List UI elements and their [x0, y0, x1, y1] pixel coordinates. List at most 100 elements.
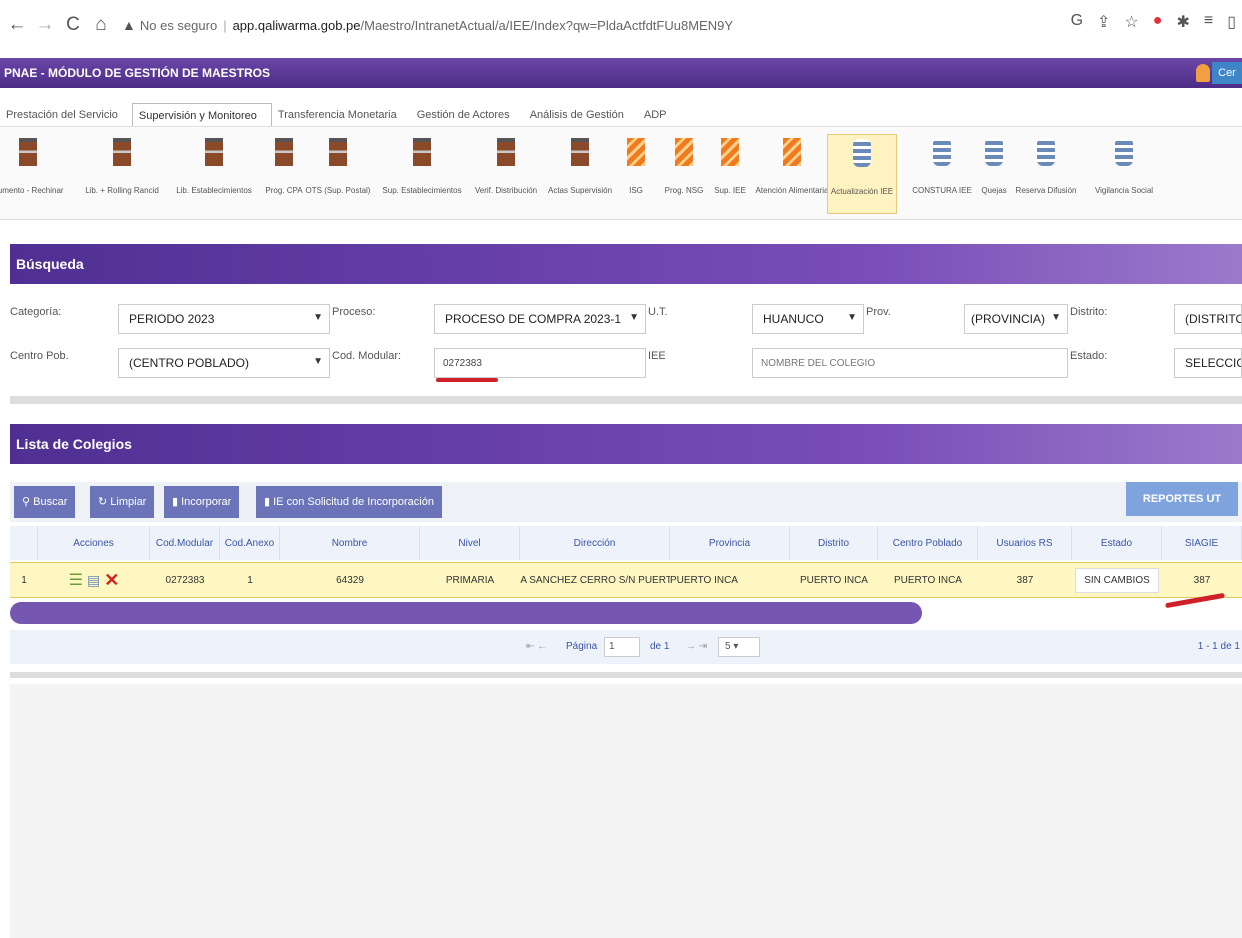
last-page-icon[interactable]: → ⇥	[686, 641, 707, 652]
tab-adp[interactable]: ADP	[638, 103, 681, 126]
ribbon-label: CONSTURA IEE	[912, 186, 972, 195]
database-icon	[985, 138, 1003, 166]
centro-select[interactable]: (CENTRO POBLADO) ▼	[118, 348, 330, 378]
incorporar-button[interactable]: ▮ Incorporar	[164, 486, 240, 518]
print-icon[interactable]: ▤	[87, 572, 100, 589]
table-cell: 64329	[336, 574, 364, 586]
table-row[interactable]: 1 ☰▤✕ 0272383 1 64329 PRIMARIA AVENIDA SANCHEZ…	[10, 562, 1242, 598]
table-cell: 1	[21, 574, 27, 586]
extension-icon[interactable]: ●	[1153, 12, 1163, 32]
ribbon-button[interactable]: Quejas	[974, 134, 1014, 214]
ribbon-label: Actas Supervisión	[547, 186, 613, 195]
document-icon: ▮	[264, 496, 271, 508]
proceso-select[interactable]: PROCESO DE COMPRA 2023-1 ▼	[434, 304, 646, 334]
building-icon	[113, 138, 131, 166]
building-icon	[329, 138, 347, 166]
list-icon[interactable]: ☰	[69, 570, 83, 590]
sidebar-icon[interactable]: ▯	[1227, 12, 1236, 32]
reportes-button[interactable]: REPORTES UT	[1126, 482, 1238, 516]
ribbon-button[interactable]: Lib. Establecimientos	[173, 134, 255, 214]
column-header[interactable]: Cod.Anexo	[220, 526, 280, 560]
column-header[interactable]: Usuarios RS	[978, 526, 1072, 560]
ribbon-label: Lib. Establecimientos	[176, 186, 252, 195]
pager: ⇤ ← Página 1 de 1 → ⇥ 5 ▾ 1 - 1 de 1	[10, 630, 1242, 664]
ribbon-button[interactable]: Aumento - Rechinar	[0, 134, 64, 214]
ribbon-label: ISG	[629, 186, 643, 195]
user-icon	[1196, 64, 1210, 82]
estado-value: SELECCIONE	[1185, 356, 1241, 370]
divider: |	[223, 17, 227, 33]
user-button[interactable]: Cer	[1212, 62, 1242, 84]
database-icon	[933, 138, 951, 166]
back-icon[interactable]: ←	[6, 14, 28, 36]
ribbon-button[interactable]: CONSTURA IEE	[912, 134, 972, 214]
ribbon-button[interactable]: ISG	[622, 134, 650, 214]
column-header[interactable]: SIAGIE	[1162, 526, 1242, 560]
ribbon-button[interactable]: Atención Alimentaria	[756, 134, 828, 214]
column-header[interactable]: Centro Poblado	[878, 526, 978, 560]
home-icon[interactable]: ⌂	[90, 14, 112, 36]
address-bar[interactable]: ▲ No es seguro | app.qaliwarma.gob.pe /M…	[122, 10, 733, 40]
estado-select[interactable]: SELECCIONE	[1174, 348, 1242, 378]
tab-supervision[interactable]: Supervisión y Monitoreo	[131, 103, 272, 126]
stack-icon	[721, 138, 739, 166]
star-icon[interactable]: ☆	[1124, 12, 1138, 32]
solicitud-label: IE con Solicitud de Incorporación	[273, 496, 434, 508]
column-header[interactable]: Provincia	[670, 526, 790, 560]
tab-gestion-actores[interactable]: Gestión de Actores	[411, 103, 524, 126]
page-input[interactable]: 1	[604, 637, 640, 657]
ribbon-label: Prog. NSG	[664, 186, 704, 195]
refresh-icon: ↻	[98, 496, 108, 508]
table-cell: 387	[1016, 574, 1034, 586]
ribbon-button[interactable]: Lib. + Rolling Rancid	[85, 134, 159, 214]
google-icon[interactable]: G	[1071, 12, 1083, 32]
chevron-down-icon: ▼	[1051, 312, 1061, 323]
ribbon-button[interactable]: OTS (Sup. Postal)	[306, 134, 370, 214]
column-header[interactable]: Dirección	[520, 526, 670, 560]
ribbon-button[interactable]: Verif. Distribución	[470, 134, 542, 214]
solicitud-button[interactable]: ▮ IE con Solicitud de Incorporación	[256, 486, 442, 518]
column-header[interactable]: Nivel	[420, 526, 520, 560]
convocatoria-select[interactable]: PERIODO 2023 ▼	[118, 304, 330, 334]
horizontal-scrollbar[interactable]	[10, 602, 922, 624]
table-cell: 0272383	[165, 574, 205, 586]
column-header[interactable]: Cod.Modular	[150, 526, 220, 560]
column-header[interactable]: Estado	[1072, 526, 1162, 560]
column-header[interactable]: Nombre	[280, 526, 420, 560]
prov-select[interactable]: (PROVINCIA) ▼	[964, 304, 1068, 334]
ribbon-button[interactable]: Sup. Establecimientos	[382, 134, 462, 214]
forward-icon[interactable]: →	[34, 14, 56, 36]
column-header[interactable]: Acciones	[38, 526, 150, 560]
first-page-icon[interactable]: ⇤ ←	[526, 641, 547, 652]
iee-input[interactable]: NOMBRE DEL COLEGIO	[752, 348, 1068, 378]
list-icon[interactable]: ≡	[1204, 12, 1213, 32]
ribbon-button[interactable]: Prog. CPA	[265, 134, 303, 214]
buscar-button[interactable]: ⚲ Buscar	[14, 486, 76, 518]
ribbon-button[interactable]: Actualización IEE	[827, 134, 897, 214]
column-header[interactable]: Distrito	[790, 526, 878, 560]
table-cell: PRIMARIA	[445, 574, 495, 586]
ribbon-button[interactable]: Prog. NSG	[664, 134, 704, 214]
ribbon-button[interactable]: Sup. IEE	[710, 134, 750, 214]
puzzle-icon[interactable]: ✱	[1176, 12, 1189, 32]
cod-modular-input[interactable]: 0272383	[434, 348, 646, 378]
tab-transferencia[interactable]: Transferencia Monetaria	[272, 103, 411, 126]
database-icon	[853, 139, 871, 167]
close-icon[interactable]: ✕	[104, 570, 119, 591]
reload-icon[interactable]: C	[62, 14, 84, 36]
share-icon[interactable]: ⇪	[1097, 12, 1110, 32]
stack-icon	[675, 138, 693, 166]
building-icon	[413, 138, 431, 166]
ribbon-button[interactable]: Actas Supervisión	[546, 134, 614, 214]
ribbon-button[interactable]: Vigilancia Social	[1089, 134, 1159, 214]
distrito-select[interactable]: (DISTRITO)	[1174, 304, 1242, 334]
ut-select[interactable]: HUANUCO ▼	[752, 304, 864, 334]
divider	[10, 672, 1242, 678]
status-cell: SIN CAMBIOS	[1072, 563, 1162, 597]
tab-analisis[interactable]: Análisis de Gestión	[524, 103, 638, 126]
limpiar-button[interactable]: ↻ Limpiar	[90, 486, 155, 518]
convocatoria-value: PERIODO 2023	[129, 312, 215, 326]
tab-prestacion[interactable]: Prestación del Servicio	[0, 103, 132, 126]
per-page-select[interactable]: 5 ▾	[718, 637, 760, 657]
ribbon-button[interactable]: Reserva Difusión	[1016, 134, 1076, 214]
